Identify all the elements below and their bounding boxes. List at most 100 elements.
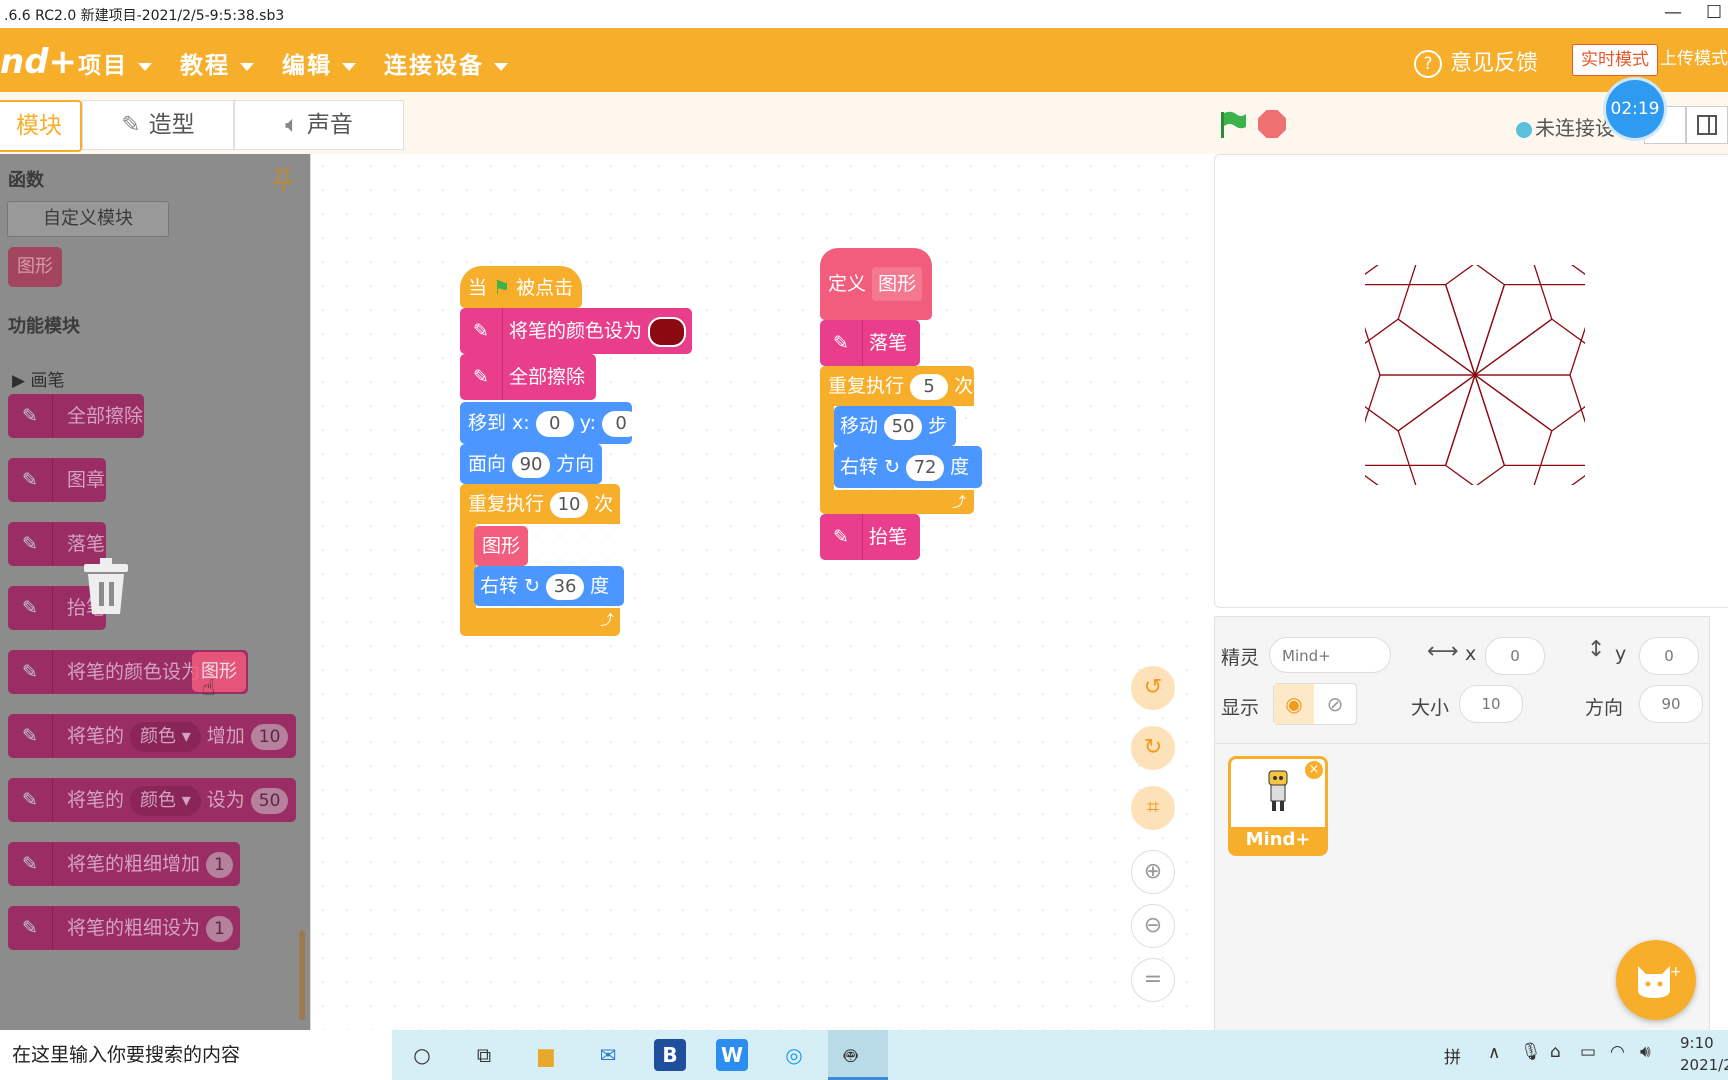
- block-label: 度: [950, 456, 970, 478]
- move-steps-block[interactable]: 移动 50 步: [834, 406, 956, 446]
- cortana-icon[interactable]: ○: [406, 1039, 438, 1071]
- clock-date[interactable]: 2021/2: [1680, 1056, 1728, 1074]
- palette-custom-block[interactable]: 图形: [8, 247, 62, 287]
- clock-time[interactable]: 9:10: [1680, 1034, 1714, 1052]
- tab-costume[interactable]: ✎ 造型: [82, 100, 234, 150]
- steps-input[interactable]: 50: [884, 413, 923, 440]
- zoom-reset-button[interactable]: =: [1131, 958, 1175, 1002]
- repeat-count-input[interactable]: 10: [550, 491, 589, 518]
- minimize-button[interactable]: —: [1664, 2, 1682, 23]
- color-swatch[interactable]: [648, 316, 687, 347]
- b-app-icon[interactable]: B: [654, 1039, 686, 1071]
- pen-up-block[interactable]: ✎ 抬笔: [820, 514, 920, 560]
- when-flag-clicked-block[interactable]: 当 ⚑ 被点击: [460, 266, 582, 308]
- redo-button[interactable]: ↻: [1131, 726, 1175, 770]
- stage[interactable]: [1214, 154, 1728, 608]
- x-input[interactable]: 0: [1485, 637, 1545, 675]
- script-workspace[interactable]: [310, 154, 1205, 1030]
- size-input[interactable]: 10: [1459, 685, 1523, 723]
- param-dropdown[interactable]: 颜色 ▾: [130, 785, 201, 816]
- value-input[interactable]: 1: [206, 851, 233, 878]
- menu-project[interactable]: 项目: [78, 46, 152, 80]
- palette-change-param-block[interactable]: ✎ 将笔的 颜色 ▾ 增加 10: [8, 714, 296, 758]
- pen-icon: ✎: [8, 650, 53, 694]
- y-input[interactable]: 0: [1639, 637, 1699, 675]
- pen-stroke: [1476, 265, 1505, 286]
- value-input[interactable]: 50: [250, 787, 289, 814]
- zoom-out-button[interactable]: ⊖: [1131, 904, 1175, 948]
- eye-icon[interactable]: ◉: [1274, 684, 1314, 724]
- palette-scrollbar[interactable]: [299, 930, 305, 1020]
- chevron-up-icon[interactable]: ∧: [1488, 1043, 1500, 1063]
- define-block[interactable]: 定义 图形: [820, 248, 932, 320]
- block-label: 落笔: [67, 533, 106, 555]
- block-label: 移动: [840, 415, 879, 437]
- turn-right-block[interactable]: 右转 ↻ 36 度: [474, 566, 624, 606]
- ime-indicator[interactable]: 拼: [1444, 1043, 1461, 1068]
- edge-browser-icon[interactable]: ◎: [778, 1039, 810, 1071]
- wifi-icon[interactable]: ◠: [1610, 1042, 1625, 1062]
- add-sprite-button[interactable]: +: [1616, 940, 1696, 1020]
- mail-icon[interactable]: ✉: [592, 1039, 624, 1071]
- param-dropdown[interactable]: 颜色 ▾: [130, 721, 201, 752]
- network-icon[interactable]: ⌂: [1550, 1042, 1561, 1062]
- direction-input[interactable]: 90: [1639, 685, 1703, 723]
- zoom-in-button[interactable]: ⊕: [1131, 850, 1175, 894]
- layout-icon: [1697, 115, 1717, 135]
- sprite-name-input[interactable]: Mind+: [1269, 637, 1391, 673]
- taskbar-search-input[interactable]: 在这里输入你要搜索的内容: [0, 1030, 392, 1080]
- microphone-icon[interactable]: 🎙︎: [1520, 1042, 1542, 1062]
- pin-icon[interactable]: [272, 168, 294, 194]
- call-custom-block[interactable]: 图形: [474, 526, 528, 566]
- feedback-button[interactable]: ? 意见反馈: [1414, 45, 1538, 78]
- file-explorer-icon[interactable]: ▆: [530, 1039, 562, 1071]
- question-icon: ?: [1414, 50, 1442, 78]
- eye-off-icon[interactable]: ⊘: [1315, 684, 1355, 724]
- pen-down-block[interactable]: ✎ 落笔: [820, 320, 920, 366]
- battery-icon[interactable]: ▭: [1580, 1042, 1596, 1062]
- direction-input[interactable]: 90: [512, 451, 551, 478]
- palette-change-size-block[interactable]: ✎ 将笔的粗细增加 1: [8, 842, 240, 886]
- menu-tutorial[interactable]: 教程: [180, 46, 254, 80]
- angle-input[interactable]: 36: [546, 573, 585, 600]
- tab-sound-label: 声音: [306, 112, 353, 138]
- green-flag-icon[interactable]: [1218, 110, 1248, 140]
- pen-stroke: [1365, 474, 1379, 485]
- custom-block-button[interactable]: 自定义模块: [7, 201, 169, 237]
- menu-edit[interactable]: 编辑: [282, 46, 356, 80]
- palette-clear-block[interactable]: ✎ 全部擦除: [8, 394, 144, 438]
- tab-sound[interactable]: 🔈︎ 声音: [234, 100, 404, 150]
- upload-mode-button[interactable]: 上传模式: [1660, 44, 1728, 76]
- clear-block[interactable]: ✎ 全部擦除: [460, 354, 596, 400]
- repeat-count-input[interactable]: 5: [910, 373, 949, 400]
- dragged-block[interactable]: 图形: [192, 652, 246, 692]
- sprite-thumbnail[interactable]: Mind+ ×: [1228, 756, 1328, 856]
- pen-category[interactable]: ▶ 画笔: [12, 366, 64, 391]
- volume-icon[interactable]: 🔊︎: [1640, 1042, 1651, 1062]
- palette-set-size-block[interactable]: ✎ 将笔的粗细设为 1: [8, 906, 240, 950]
- palette-set-param-block[interactable]: ✎ 将笔的 颜色 ▾ 设为 50: [8, 778, 296, 822]
- large-stage-button[interactable]: [1686, 106, 1728, 144]
- delete-sprite-icon[interactable]: ×: [1305, 761, 1323, 779]
- mindplus-taskbar-button[interactable]: 🤖︎: [828, 1030, 888, 1080]
- block-label: 定义: [828, 273, 867, 295]
- value-input[interactable]: 10: [250, 723, 289, 750]
- palette-stamp-block[interactable]: ✎ 图章: [8, 458, 106, 502]
- menu-connect-device[interactable]: 连接设备: [384, 46, 508, 80]
- angle-input[interactable]: 72: [906, 454, 945, 481]
- value-input[interactable]: 1: [206, 915, 233, 942]
- recording-timer[interactable]: 02:19: [1606, 80, 1664, 138]
- crop-button[interactable]: ⌗: [1131, 786, 1175, 830]
- y-input[interactable]: 0: [602, 410, 641, 437]
- point-in-direction-block[interactable]: 面向 90 方向: [460, 444, 602, 484]
- goto-xy-block[interactable]: 移到 x: 0 y: 0: [460, 402, 641, 444]
- task-view-icon[interactable]: ⧉: [468, 1039, 500, 1071]
- undo-button[interactable]: ↺: [1131, 666, 1175, 710]
- wps-icon[interactable]: W: [716, 1039, 748, 1071]
- turn-right-block-2[interactable]: 右转 ↻ 72 度: [834, 446, 982, 488]
- x-input[interactable]: 0: [535, 410, 574, 437]
- tab-blocks[interactable]: 模块: [0, 100, 82, 152]
- set-pen-color-block[interactable]: ✎ 将笔的颜色设为: [460, 308, 692, 354]
- live-mode-button[interactable]: 实时模式: [1572, 44, 1658, 76]
- maximize-button[interactable]: ☐: [1706, 2, 1722, 23]
